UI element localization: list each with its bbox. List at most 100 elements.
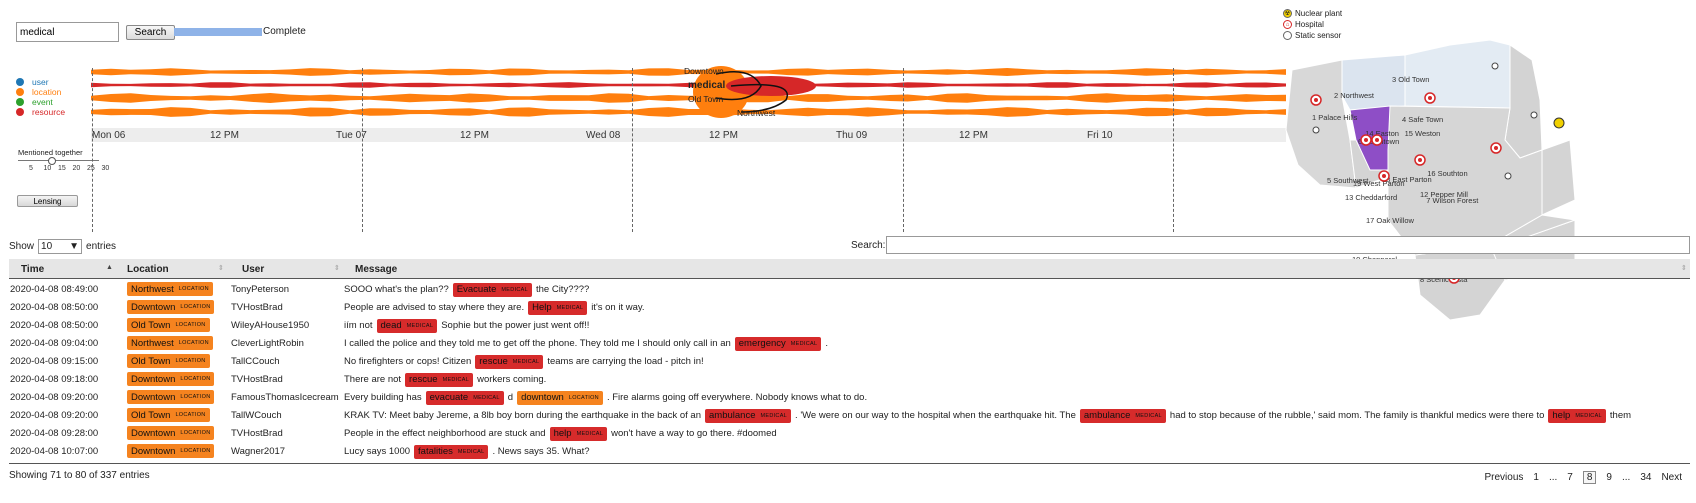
lensing-button[interactable]: Lensing: [17, 195, 78, 207]
location-tag[interactable]: Downtown location: [127, 390, 215, 404]
location-tag[interactable]: Downtown location: [127, 300, 215, 314]
search-status: Complete: [263, 26, 306, 37]
pager-page[interactable]: 1: [1533, 472, 1539, 483]
table-row[interactable]: 2020-04-08 08:50:00 Downtown location TVHos…: [9, 299, 1690, 317]
message-text: No firefighters or cops! Citizen: [344, 356, 472, 367]
legend-item-user[interactable]: user: [16, 77, 65, 87]
map-region[interactable]: [1504, 44, 1543, 159]
tag-type: medical: [760, 412, 788, 419]
table-row[interactable]: 2020-04-08 09:28:00 Downtown location TVHos…: [9, 425, 1690, 443]
map-region[interactable]: [1404, 40, 1511, 109]
col-location[interactable]: Location: [127, 264, 169, 275]
tag-type: medical: [1575, 412, 1602, 419]
entity-tag[interactable]: downtown location: [517, 390, 603, 405]
stream-northwest[interactable]: [91, 107, 1286, 117]
entity-tag[interactable]: Help medical: [528, 300, 588, 315]
pager-page[interactable]: 8: [1582, 471, 1597, 484]
location-tag[interactable]: Downtown location: [127, 426, 215, 440]
entity-tag[interactable]: Evacuate medical: [452, 282, 532, 297]
legend-label: resource: [32, 107, 66, 117]
axis-tick-label: Thu 09: [836, 130, 868, 141]
location-tag-text: Downtown: [131, 301, 176, 313]
message-text: . News says 35. What?: [492, 446, 590, 457]
slider-tick-label: 5: [29, 165, 33, 172]
cell-user: TallWCouch: [231, 410, 282, 421]
cell-user: TallCCouch: [231, 356, 280, 367]
legend-dot-icon: [16, 78, 24, 86]
pager-page[interactable]: 7: [1567, 472, 1573, 483]
pager-ellipsis: ...: [1548, 472, 1558, 483]
entity-tag[interactable]: help medical: [549, 426, 608, 441]
location-tag[interactable]: Downtown location: [127, 372, 215, 386]
location-tag[interactable]: Northwest location: [127, 336, 213, 350]
entity-tag[interactable]: rescue medical: [405, 372, 474, 387]
search-button[interactable]: Search: [126, 25, 175, 40]
legend-item-event[interactable]: event: [16, 97, 65, 107]
legend-dot-icon: [16, 108, 24, 116]
page-length-select[interactable]: 10 ▼: [38, 239, 83, 254]
table-search-input[interactable]: [886, 236, 1690, 254]
entity-tag[interactable]: ambulance medical: [1079, 408, 1166, 423]
col-user[interactable]: User: [242, 264, 264, 275]
table-row[interactable]: 2020-04-08 08:50:00 Old Town location Wiley…: [9, 317, 1690, 335]
sensor-icon[interactable]: [1530, 111, 1538, 119]
pager-page[interactable]: 9: [1606, 472, 1612, 483]
location-tag[interactable]: Northwest location: [127, 282, 213, 296]
col-time[interactable]: Time: [21, 264, 44, 275]
pager-ellipsis: ...: [1621, 472, 1631, 483]
legend-label: event: [32, 97, 53, 107]
pager-page[interactable]: 34: [1640, 472, 1651, 483]
cell-location: Downtown location: [127, 300, 215, 314]
sensor-icon[interactable]: [1312, 126, 1320, 134]
table-row[interactable]: 2020-04-08 09:04:00 Northwest location Clev…: [9, 335, 1690, 353]
location-tag[interactable]: Old Town location: [127, 354, 210, 368]
map-region-label: 13 Cheddarford: [1345, 193, 1397, 202]
legend-hospital-label: Hospital: [1295, 20, 1324, 29]
mentioned-together-thumb[interactable]: [47, 157, 56, 165]
cell-time: 2020-04-08 09:15:00: [10, 356, 99, 367]
map-region-label: 4 Safe Town: [1402, 115, 1443, 124]
progress-fill: [174, 28, 262, 36]
location-tag[interactable]: Old Town location: [127, 318, 210, 332]
location-tag[interactable]: Downtown location: [127, 444, 215, 458]
table-row[interactable]: 2020-04-08 09:15:00 Old Town location TallC…: [9, 353, 1690, 371]
entity-tag[interactable]: dead medical: [376, 318, 438, 333]
tag-type: medical: [512, 358, 540, 365]
table-row[interactable]: 2020-04-08 10:07:00 Downtown location Wagne…: [9, 443, 1690, 461]
sensor-icon[interactable]: [1504, 172, 1512, 180]
cell-message: iím not dead medical Sophie but the power j…: [344, 318, 589, 333]
message-text: iím not: [344, 320, 373, 331]
col-message[interactable]: Message: [355, 264, 397, 275]
axis-tick-label: 12 PM: [709, 130, 738, 141]
location-tag[interactable]: Old Town location: [127, 408, 210, 422]
table-row[interactable]: 2020-04-08 08:49:00 Northwest location Tony…: [9, 281, 1690, 299]
pager-previous[interactable]: Previous: [1484, 472, 1523, 483]
pager-next[interactable]: Next: [1661, 472, 1682, 483]
mentioned-together-track[interactable]: [18, 160, 99, 161]
entity-tag[interactable]: emergency medical: [734, 336, 822, 351]
sensor-icon[interactable]: [1491, 62, 1499, 70]
entity-tag[interactable]: help medical: [1548, 408, 1606, 423]
cell-user: WileyAHouse1950: [231, 320, 310, 331]
hospital-icon-dot: [1382, 174, 1386, 178]
map-region-label: 19 West Parton: [1353, 179, 1405, 188]
query-input[interactable]: [16, 22, 119, 42]
legend-item-location[interactable]: location: [16, 87, 65, 97]
entity-tag[interactable]: fatalities medical: [414, 444, 489, 459]
legend-label: user: [32, 77, 49, 87]
map-region[interactable]: [1541, 139, 1576, 216]
entity-tag[interactable]: rescue medical: [475, 354, 544, 369]
nuclear-icon[interactable]: [1553, 117, 1565, 129]
entity-tag-text: Evacuate: [456, 284, 497, 295]
slider-tick-label: 30: [101, 165, 110, 172]
entity-tag[interactable]: ambulance medical: [705, 408, 792, 423]
message-text: People in the effect neighborhood are st…: [344, 428, 546, 439]
entity-tag[interactable]: evacuate medical: [425, 390, 504, 405]
legend-item-resource[interactable]: resource: [16, 107, 65, 117]
table-row[interactable]: 2020-04-08 09:20:00 Old Town location TallW…: [9, 407, 1690, 425]
mentioned-together-label: Mentioned together: [18, 148, 83, 157]
table-row[interactable]: 2020-04-08 09:20:00 Downtown location Famou…: [9, 389, 1690, 407]
sort-icon: ⇕: [218, 265, 224, 272]
table-row[interactable]: 2020-04-08 09:18:00 Downtown location TVHos…: [9, 371, 1690, 389]
stream-graph[interactable]: Downtown medical Old Town Northwest: [91, 64, 1286, 128]
